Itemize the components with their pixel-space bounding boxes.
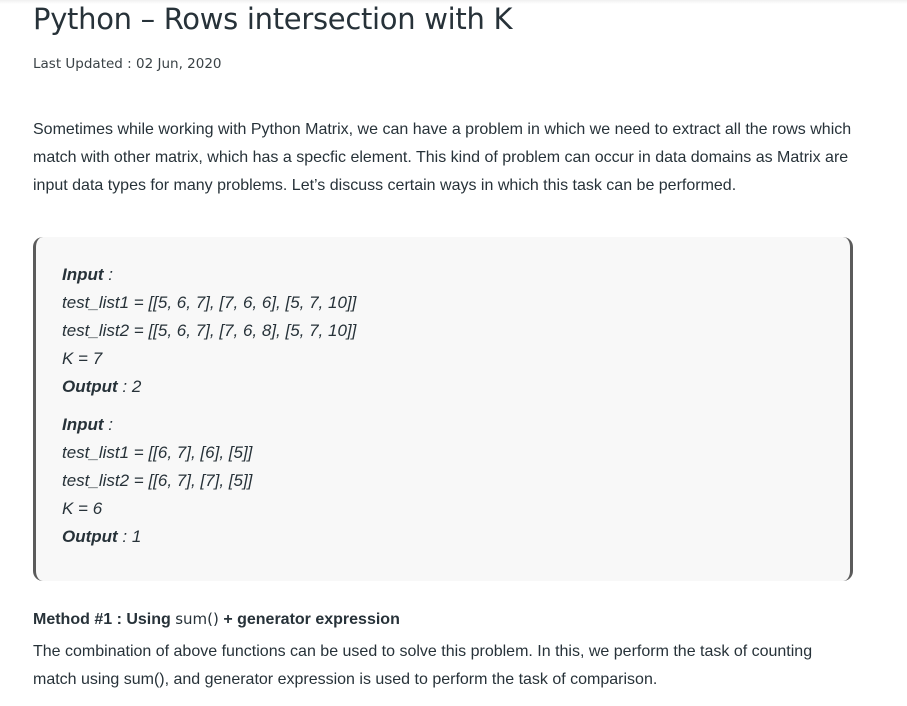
input-label: Input — [62, 415, 104, 434]
output-label: Output — [62, 377, 118, 396]
output-value: : 2 — [117, 377, 142, 396]
method-heading: Method #1 : Using sum() + generator expr… — [33, 610, 400, 629]
example-box: Input : test_list1 = [[5, 6, 7], [7, 6, … — [33, 237, 853, 581]
output-value: : 1 — [117, 527, 142, 546]
example-1: Input : test_list1 = [[5, 6, 7], [7, 6, … — [62, 261, 356, 401]
output-line: Output : 2 — [62, 373, 356, 401]
input-line: Input : — [62, 261, 356, 289]
intro-paragraph: Sometimes while working with Python Matr… — [33, 121, 852, 194]
example-2: Input : test_list1 = [[6, 7], [6], [5]] … — [62, 411, 252, 551]
method-heading-code: sum() — [175, 610, 219, 628]
input-line: Input : — [62, 411, 252, 439]
last-updated: Last Updated : 02 Jun, 2020 — [33, 56, 222, 72]
article-title: Python – Rows intersection with K — [33, 2, 513, 36]
test-list2: test_list2 = [[5, 6, 7], [7, 6, 8], [5, … — [62, 321, 357, 340]
test-list1: test_list1 = [[6, 7], [6], [5]] — [62, 443, 253, 462]
output-label: Output — [62, 527, 118, 546]
k-value: K = 7 — [62, 349, 103, 368]
method-paragraph: The combination of above functions can b… — [33, 643, 813, 688]
input-colon: : — [103, 265, 113, 284]
input-colon: : — [103, 415, 113, 434]
test-list2: test_list2 = [[6, 7], [7], [5]] — [62, 471, 253, 490]
k-value: K = 6 — [62, 499, 103, 518]
method-heading-prefix: Method #1 : Using — [33, 611, 176, 628]
output-line: Output : 1 — [62, 523, 252, 551]
method-heading-suffix: + generator expression — [218, 611, 400, 628]
input-label: Input — [62, 265, 104, 284]
test-list1: test_list1 = [[5, 6, 7], [7, 6, 6], [5, … — [62, 293, 357, 312]
